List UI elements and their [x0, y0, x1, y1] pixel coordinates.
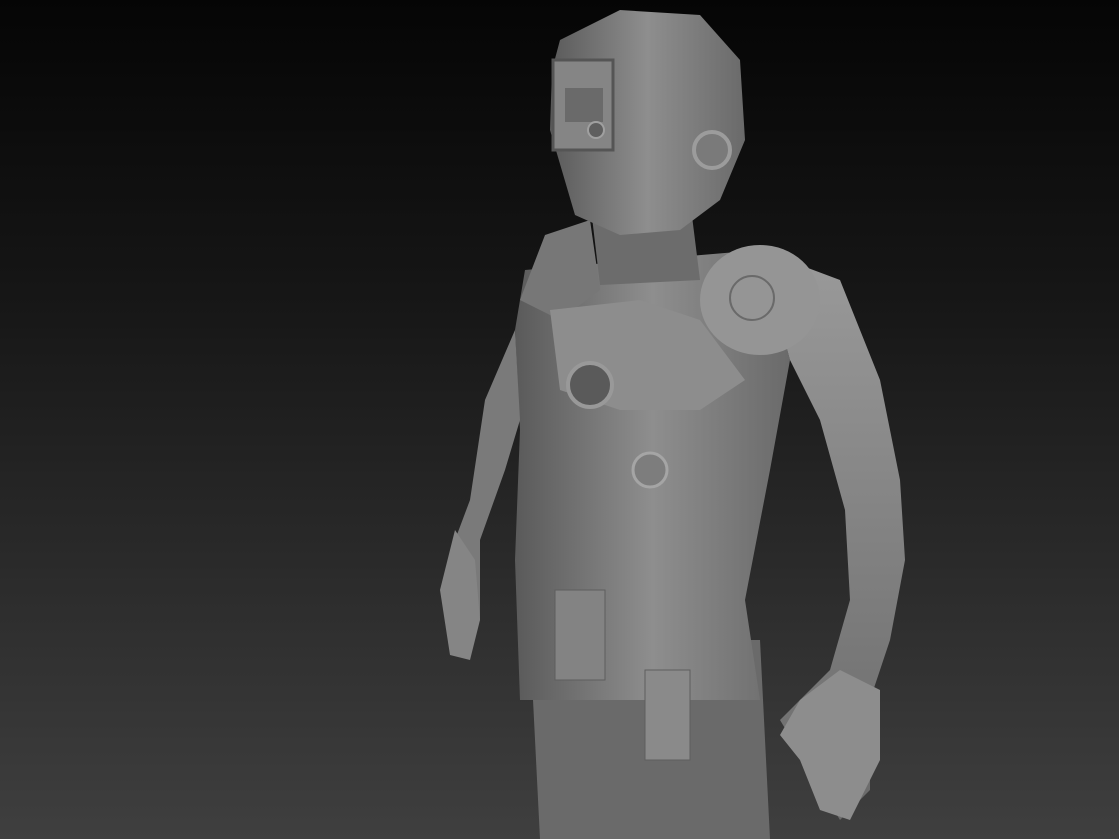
- chest-port: [566, 361, 614, 409]
- visor-window: [565, 88, 603, 122]
- shoulder-pad: [700, 245, 820, 355]
- right-hand: [780, 670, 880, 820]
- belly-dial: [631, 451, 669, 489]
- belt-pouch: [554, 589, 606, 681]
- ear-piece: [692, 130, 732, 170]
- viewport-canvas[interactable]: [0, 0, 1119, 839]
- armored-figure-render: [440, 10, 905, 839]
- helmet-lens: [587, 121, 605, 139]
- hip-pouch: [644, 669, 691, 761]
